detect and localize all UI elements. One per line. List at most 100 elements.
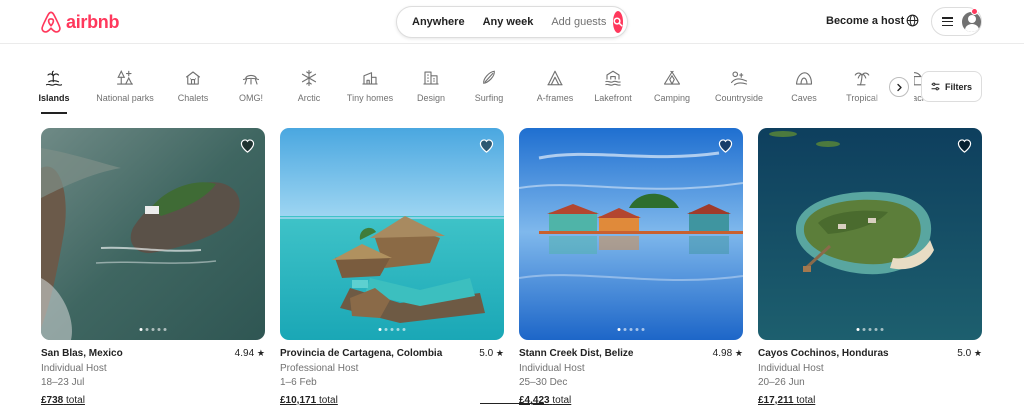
listing-price[interactable]: £738 total — [41, 395, 85, 406]
search-guests-button[interactable]: Add guests — [542, 16, 613, 28]
category-caves[interactable]: Caves — [778, 64, 830, 114]
listing-info: Cayos Cochinos, Honduras 5.0 ★ Individua… — [758, 340, 982, 406]
brand-name: airbnb — [66, 11, 120, 32]
category-scroll-next-button[interactable] — [889, 77, 909, 97]
pagination-dot[interactable] — [868, 328, 872, 331]
listing-card[interactable]: Cayos Cochinos, Honduras 5.0 ★ Individua… — [758, 128, 982, 406]
listing-host: Individual Host — [41, 363, 107, 374]
pagination-dot[interactable] — [396, 328, 400, 331]
category-arctic[interactable]: Arctic — [290, 64, 328, 114]
search-when-button[interactable]: Any week — [474, 16, 543, 28]
listing-rating: 4.98 ★ — [713, 348, 743, 359]
pagination-dot[interactable] — [390, 328, 394, 331]
category-tiny-homes[interactable]: Tiny homes — [328, 64, 412, 114]
pagination-dot[interactable] — [874, 328, 878, 331]
category-islands[interactable]: Islands — [32, 64, 76, 114]
category-label: Tiny homes — [346, 93, 394, 103]
favorite-heart-icon[interactable] — [479, 139, 494, 153]
favorite-heart-icon[interactable] — [957, 139, 972, 153]
listing-card[interactable]: Stann Creek Dist, Belize 4.98 ★ Individu… — [519, 128, 743, 406]
category-camping[interactable]: Camping — [644, 64, 700, 114]
search-submit-button[interactable] — [613, 11, 624, 33]
island-icon — [45, 70, 63, 86]
photo-pagination-dots — [617, 328, 645, 331]
hamburger-icon — [942, 17, 953, 26]
pagination-dot[interactable] — [402, 328, 406, 331]
listing-rating: 5.0 ★ — [957, 348, 982, 359]
pagination-dot[interactable] — [856, 328, 860, 331]
chalet-icon — [185, 71, 201, 85]
listing-price[interactable]: £10,171 total — [280, 395, 338, 406]
countryside-icon — [730, 71, 748, 86]
pagination-dot[interactable] — [163, 328, 167, 331]
category-label: Countryside — [714, 93, 764, 103]
tiny-home-icon — [362, 72, 378, 85]
category-label: Islands — [38, 93, 70, 103]
pagination-dot[interactable] — [384, 328, 388, 331]
price-amount: £10,171 — [280, 395, 317, 406]
category-label: Camping — [653, 93, 691, 103]
category-label: OMG! — [239, 93, 263, 103]
pagination-dot[interactable] — [641, 328, 645, 331]
become-a-host-link[interactable]: Become a host — [826, 15, 904, 27]
category-surfing[interactable]: Surfing — [450, 64, 528, 114]
listing-photo[interactable] — [41, 128, 265, 340]
globe-icon[interactable] — [906, 14, 919, 27]
category-lakefront[interactable]: Lakefront — [582, 64, 644, 114]
category-national-parks[interactable]: National parks — [76, 64, 174, 114]
chevron-right-icon — [896, 83, 902, 91]
listing-dates: 25–30 Dec — [519, 377, 568, 388]
listing-photo-image — [41, 128, 265, 340]
listing-info: Stann Creek Dist, Belize 4.98 ★ Individu… — [519, 340, 743, 406]
pagination-dot[interactable] — [617, 328, 621, 331]
listing-photo[interactable] — [519, 128, 743, 340]
listing-title: Provincia de Cartagena, Colombia — [280, 348, 443, 359]
pagination-dot[interactable] — [880, 328, 884, 331]
airbnb-logo[interactable]: airbnb — [40, 10, 120, 34]
pagination-dot[interactable] — [623, 328, 627, 331]
favorite-heart-icon[interactable] — [240, 139, 255, 153]
price-amount: £738 — [41, 395, 64, 406]
listing-info: San Blas, Mexico 4.94 ★ Individual Host … — [41, 340, 265, 406]
star-icon: ★ — [734, 348, 743, 358]
pagination-dot[interactable] — [629, 328, 633, 331]
filters-label: Filters — [944, 81, 972, 92]
listing-photo-image — [758, 128, 982, 340]
listing-price[interactable]: £17,211 total — [758, 395, 815, 406]
rating-value: 4.94 — [234, 348, 255, 359]
category-label: A-frames — [536, 93, 574, 103]
top-nav-bar: airbnb Anywhere Any week Add guests Beco… — [0, 0, 1024, 44]
category-omg[interactable]: OMG! — [212, 64, 290, 114]
listing-card[interactable]: San Blas, Mexico 4.94 ★ Individual Host … — [41, 128, 265, 406]
filters-button[interactable]: Filters — [921, 71, 982, 102]
surfboard-icon — [483, 70, 495, 84]
pagination-dot[interactable] — [139, 328, 143, 331]
notification-dot — [971, 8, 978, 15]
listing-rating: 5.0 ★ — [479, 348, 504, 359]
pagination-dot[interactable] — [157, 328, 161, 331]
star-icon: ★ — [973, 348, 982, 358]
photo-pagination-dots — [856, 328, 884, 331]
category-design[interactable]: Design — [412, 64, 450, 114]
category-a-frames[interactable]: A-frames — [528, 64, 582, 114]
listing-photo[interactable] — [758, 128, 982, 340]
listing-card[interactable]: Provincia de Cartagena, Colombia 5.0 ★ P… — [280, 128, 504, 406]
price-amount: £4,423 — [519, 395, 550, 406]
listing-price[interactable]: £4,423 total — [519, 395, 571, 406]
pagination-dot[interactable] — [862, 328, 866, 331]
pagination-dot[interactable] — [151, 328, 155, 331]
search-where-button[interactable]: Anywhere — [397, 16, 474, 28]
category-label: Surfing — [474, 93, 504, 103]
pagination-dot[interactable] — [635, 328, 639, 331]
category-label: Lakefront — [594, 93, 632, 103]
category-countryside[interactable]: Countryside — [700, 64, 778, 114]
category-bar: Islands National parks Chalets OMG! Arct… — [32, 64, 934, 114]
listing-photo-image — [519, 128, 743, 340]
pagination-dot[interactable] — [145, 328, 149, 331]
palm-tree-icon — [854, 72, 870, 86]
listing-photo[interactable] — [280, 128, 504, 340]
category-chalets[interactable]: Chalets — [174, 64, 212, 114]
favorite-heart-icon[interactable] — [718, 139, 733, 153]
pagination-dot[interactable] — [378, 328, 382, 331]
search-bar[interactable]: Anywhere Any week Add guests — [396, 6, 628, 38]
